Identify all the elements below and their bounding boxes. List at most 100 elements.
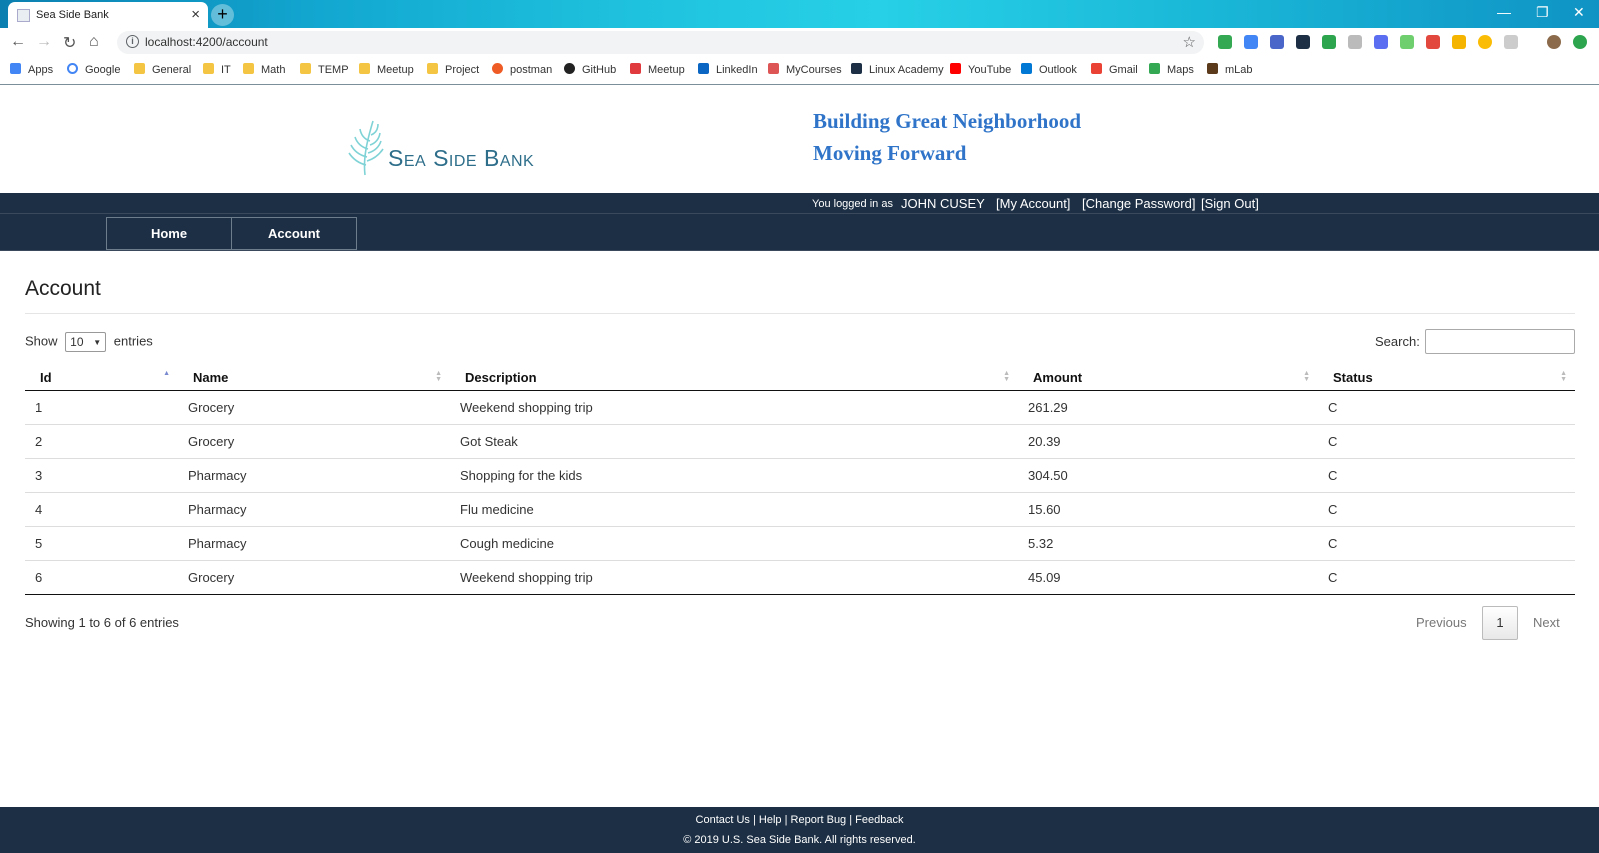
page-size-control: Show 10 ▼ entries: [25, 332, 153, 352]
cell-name: Pharmacy: [178, 457, 450, 492]
extension-translate-icon[interactable]: [1244, 35, 1258, 49]
close-window-icon[interactable]: ✕: [1573, 4, 1585, 21]
extension-multi-icon[interactable]: [1452, 35, 1466, 49]
extension-ublock-icon[interactable]: [1270, 35, 1284, 49]
nav-home[interactable]: Home: [106, 217, 232, 250]
cell-amount: 261.29: [1018, 389, 1318, 424]
table-row[interactable]: 6 Grocery Weekend shopping trip 45.09 C: [25, 559, 1575, 595]
page-1-button[interactable]: 1: [1482, 606, 1518, 640]
extension-puzzle-icon[interactable]: [1504, 35, 1518, 49]
new-tab-button[interactable]: +: [211, 4, 234, 26]
site-info-icon[interactable]: i: [126, 35, 139, 48]
bookmark-youtube[interactable]: YouTube: [950, 63, 1011, 76]
search-input[interactable]: [1425, 329, 1575, 354]
extension-json-icon[interactable]: [1296, 35, 1310, 49]
cell-status: C: [1318, 457, 1575, 492]
folder-icon: [427, 63, 438, 74]
title-divider: [25, 313, 1575, 314]
mycourses-icon: [768, 63, 779, 74]
extension-check-icon[interactable]: [1322, 35, 1336, 49]
url-text[interactable]: localhost:4200/account: [145, 35, 268, 49]
update-icon[interactable]: [1573, 35, 1587, 49]
bookmark-outlook[interactable]: Outlook: [1021, 63, 1077, 76]
sign-out-link[interactable]: [Sign Out]: [1201, 196, 1259, 211]
table-header-row: Id ▲ Name ▲ ▼ Description ▲ ▼ Amount ▲ ▼ Status…: [25, 365, 1575, 391]
nav-account[interactable]: Account: [231, 217, 357, 250]
extension-green-icon[interactable]: [1400, 35, 1414, 49]
next-button[interactable]: Next: [1533, 615, 1560, 630]
bookmark-meetup-folder[interactable]: Meetup: [359, 63, 414, 76]
search-label: Search:: [1375, 334, 1420, 349]
home-icon[interactable]: ⌂: [89, 33, 99, 51]
table-row[interactable]: 4 Pharmacy Flu medicine 15.60 C: [25, 491, 1575, 526]
tab-title: Sea Side Bank: [36, 9, 109, 21]
address-bar[interactable]: i localhost:4200/account ☆: [117, 31, 1204, 54]
cell-name: Pharmacy: [178, 491, 450, 526]
bookmark-apps[interactable]: Apps: [10, 63, 53, 76]
tab-close-icon[interactable]: ×: [191, 6, 200, 23]
browser-tab[interactable]: Sea Side Bank ×: [8, 2, 208, 28]
browser-toolbar: ← → ↻ ⌂ i localhost:4200/account ☆: [0, 28, 1599, 57]
bookmark-postman[interactable]: postman: [492, 63, 552, 76]
profile-avatar[interactable]: [1547, 35, 1561, 49]
extension-zoom-icon[interactable]: [1374, 35, 1388, 49]
bookmark-mlab[interactable]: mLab: [1207, 63, 1253, 76]
cell-name: Grocery: [178, 559, 450, 595]
col-description-header[interactable]: Description ▲ ▼: [450, 365, 1018, 391]
reload-icon[interactable]: ↻: [63, 33, 76, 53]
extension-red-icon[interactable]: [1426, 35, 1440, 49]
cell-id: 1: [25, 389, 178, 424]
bank-logo[interactable]: Sea Side Bank: [343, 113, 543, 177]
page-title: Account: [25, 277, 101, 300]
bookmark-mycourses[interactable]: MyCourses: [768, 63, 842, 76]
bookmark-meetup[interactable]: Meetup: [630, 63, 685, 76]
cell-description: Shopping for the kids: [450, 457, 1018, 492]
back-icon[interactable]: ←: [10, 33, 26, 51]
bookmark-linkedin[interactable]: LinkedIn: [698, 63, 758, 76]
bookmark-project[interactable]: Project: [427, 63, 479, 76]
minimize-icon[interactable]: —: [1497, 4, 1511, 20]
bookmark-gmail[interactable]: Gmail: [1091, 63, 1138, 76]
bookmark-temp[interactable]: TEMP: [300, 63, 349, 76]
page-size-select[interactable]: 10 ▼: [65, 332, 107, 352]
bookmark-general[interactable]: General: [134, 63, 191, 76]
contact-us-link[interactable]: Contact Us: [696, 814, 750, 826]
folder-icon: [203, 63, 214, 74]
col-name-header[interactable]: Name ▲ ▼: [178, 365, 450, 391]
bookmark-linux-academy[interactable]: Linux Academy: [851, 63, 944, 76]
extension-grammarly-icon[interactable]: [1218, 35, 1232, 49]
github-icon: [564, 63, 575, 74]
restore-icon[interactable]: ❐: [1536, 4, 1549, 21]
help-link[interactable]: Help: [759, 814, 782, 826]
cell-description: Flu medicine: [450, 491, 1018, 526]
bookmark-google[interactable]: Google: [67, 63, 120, 76]
table-row[interactable]: 2 Grocery Got Steak 20.39 C: [25, 423, 1575, 458]
bookmark-star-icon[interactable]: ☆: [1183, 33, 1196, 51]
previous-button[interactable]: Previous: [1416, 615, 1467, 630]
feedback-link[interactable]: Feedback: [855, 814, 903, 826]
report-bug-link[interactable]: Report Bug: [791, 814, 847, 826]
browser-chrome: Sea Side Bank × + — ❐ ✕ ← → ↻ ⌂ i localh…: [0, 0, 1599, 85]
table-row[interactable]: 3 Pharmacy Shopping for the kids 304.50 …: [25, 457, 1575, 492]
my-account-link[interactable]: [My Account]: [996, 196, 1070, 211]
cell-description: Cough medicine: [450, 525, 1018, 560]
cell-status: C: [1318, 389, 1575, 424]
extension-gray-icon[interactable]: [1348, 35, 1362, 49]
col-status-header[interactable]: Status ▲ ▼: [1318, 365, 1575, 391]
bookmark-maps[interactable]: Maps: [1149, 63, 1194, 76]
bookmark-github[interactable]: GitHub: [564, 63, 616, 76]
col-id-header[interactable]: Id ▲: [25, 365, 178, 391]
mlab-icon: [1207, 63, 1218, 74]
change-password-link[interactable]: [Change Password]: [1082, 196, 1195, 211]
cell-id: 5: [25, 525, 178, 560]
footer-links: Contact Us | Help | Report Bug | Feedbac…: [0, 814, 1599, 826]
page-size-value: 10: [70, 335, 84, 349]
bookmark-math[interactable]: Math: [243, 63, 285, 76]
forward-icon[interactable]: →: [36, 33, 52, 51]
cell-name: Grocery: [178, 389, 450, 424]
bookmark-it[interactable]: IT: [203, 63, 231, 76]
table-row[interactable]: 5 Pharmacy Cough medicine 5.32 C: [25, 525, 1575, 560]
col-amount-header[interactable]: Amount ▲ ▼: [1018, 365, 1318, 391]
table-row[interactable]: 1 Grocery Weekend shopping trip 261.29 C: [25, 389, 1575, 424]
extension-chrome-icon[interactable]: [1478, 35, 1492, 49]
